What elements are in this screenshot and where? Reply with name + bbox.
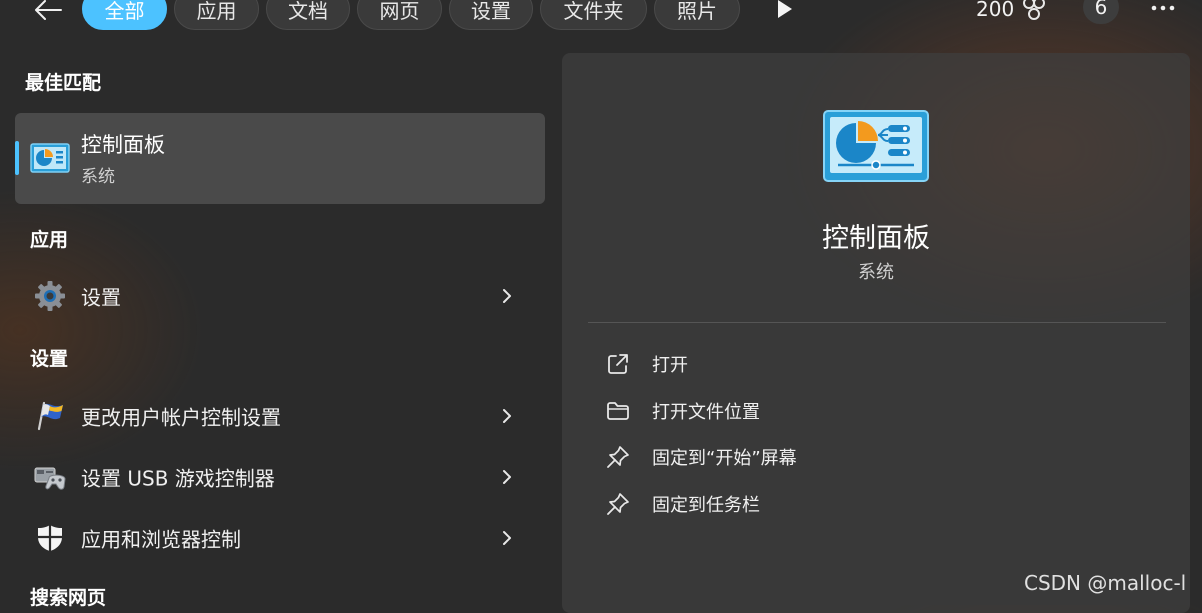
- result-uac-settings[interactable]: 更改用户帐户控制设置: [15, 388, 545, 444]
- points-value: 200: [976, 0, 1015, 21]
- arrow-left-icon: [35, 0, 62, 20]
- gear-icon: [33, 279, 67, 313]
- pin-icon: [607, 446, 629, 468]
- control-panel-icon: [30, 143, 70, 173]
- section-search-web: 搜索网页: [30, 587, 107, 609]
- open-external-icon: [608, 354, 628, 374]
- result-settings-app[interactable]: 设置: [15, 268, 545, 324]
- chevron-right-icon: [503, 289, 511, 303]
- action-label: 固定到“开始”屏幕: [652, 448, 797, 469]
- action-open-file-location[interactable]: 打开文件位置: [600, 391, 1020, 431]
- chevron-right-icon: [503, 470, 511, 484]
- rewards-points[interactable]: 200: [976, 0, 1048, 22]
- notification-badge[interactable]: 6: [1083, 0, 1119, 24]
- back-button[interactable]: [30, 0, 66, 26]
- filter-tab-photos[interactable]: 照片: [654, 0, 740, 30]
- result-label: 更改用户帐户控制设置: [81, 405, 281, 430]
- game-controller-icon: [33, 460, 67, 494]
- more-filters-button[interactable]: [772, 0, 796, 20]
- rewards-medal-icon: [1023, 0, 1046, 20]
- best-match-title: 控制面板: [81, 133, 165, 157]
- filter-tab-folders[interactable]: 文件夹: [540, 0, 647, 30]
- preview-divider: [588, 322, 1166, 323]
- filter-tab-web[interactable]: 网页: [357, 0, 442, 30]
- filter-tab-apps[interactable]: 应用: [174, 0, 259, 30]
- uac-flag-icon: [33, 399, 67, 433]
- control-panel-icon: [823, 110, 929, 182]
- action-open[interactable]: 打开: [600, 344, 1020, 384]
- result-usb-game-controllers[interactable]: 设置 USB 游戏控制器: [15, 449, 545, 505]
- filter-tab-all[interactable]: 全部: [82, 0, 167, 30]
- action-pin-to-taskbar[interactable]: 固定到任务栏: [600, 484, 1020, 524]
- preview-subtitle: 系统: [858, 262, 894, 283]
- result-label: 应用和浏览器控制: [81, 527, 241, 552]
- filter-tab-settings[interactable]: 设置: [449, 0, 533, 30]
- chevron-right-icon: [503, 531, 511, 545]
- chevron-right-icon: [503, 409, 511, 423]
- best-match-control-panel[interactable]: 控制面板 系统: [15, 113, 545, 204]
- action-label: 打开文件位置: [652, 402, 760, 423]
- action-pin-to-start[interactable]: 固定到“开始”屏幕: [600, 437, 1020, 477]
- preview-title: 控制面板: [822, 223, 930, 254]
- folder-icon: [607, 402, 629, 420]
- pin-icon: [607, 493, 629, 515]
- result-label: 设置 USB 游戏控制器: [81, 466, 275, 491]
- more-dots-icon: [1151, 5, 1175, 11]
- result-label: 设置: [81, 285, 121, 310]
- action-label: 固定到任务栏: [652, 495, 760, 516]
- shield-icon: [33, 521, 67, 555]
- action-label: 打开: [652, 355, 688, 376]
- selection-indicator: [15, 141, 19, 175]
- section-apps: 应用: [30, 229, 69, 251]
- filter-tab-documents[interactable]: 文档: [266, 0, 350, 30]
- best-match-subtitle: 系统: [81, 167, 115, 187]
- result-app-browser-control[interactable]: 应用和浏览器控制: [15, 510, 545, 566]
- watermark: CSDN @malloc-l: [1024, 571, 1187, 595]
- section-best-match: 最佳匹配: [25, 72, 102, 94]
- play-icon: [778, 0, 792, 18]
- more-options-button[interactable]: [1148, 0, 1178, 22]
- section-settings: 设置: [30, 348, 69, 370]
